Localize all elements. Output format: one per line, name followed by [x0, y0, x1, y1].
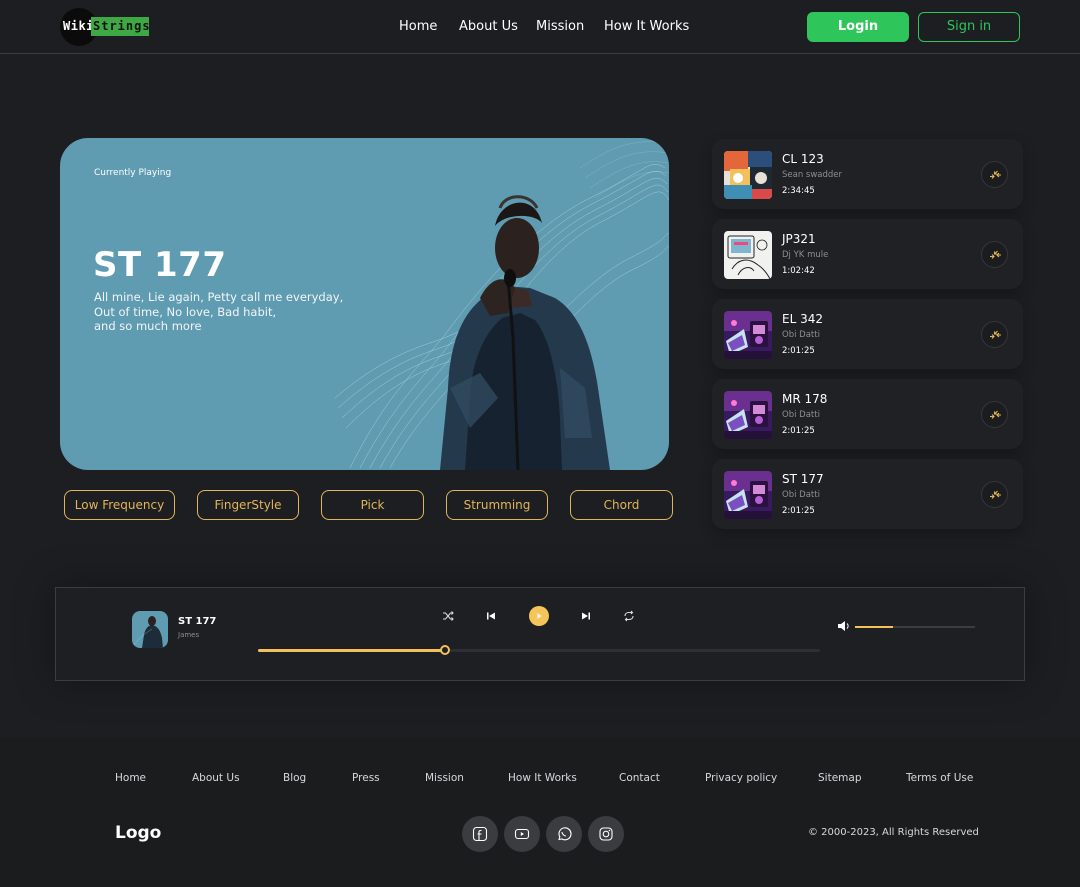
track-duration: 1:02:42	[782, 266, 815, 276]
instagram-button[interactable]	[588, 816, 624, 852]
footer-link-sitemap[interactable]: Sitemap	[818, 772, 862, 784]
track-thumbnail	[724, 391, 772, 439]
music-player-bar: ST 177 James	[55, 587, 1025, 681]
repeat-icon[interactable]	[622, 609, 636, 623]
facebook-button[interactable]	[462, 816, 498, 852]
shuffle-icon[interactable]	[441, 609, 455, 623]
track-title: EL 342	[782, 312, 823, 326]
footer-link-about-us[interactable]: About Us	[192, 772, 240, 784]
collapse-arrows-icon	[990, 250, 1001, 259]
play-button[interactable]	[529, 606, 549, 626]
track-duration: 2:34:45	[782, 186, 815, 196]
collapse-arrows-icon	[990, 490, 1001, 499]
now-playing-thumbnail	[132, 611, 168, 648]
footer-link-how-it-works[interactable]: How It Works	[508, 772, 577, 784]
nav-home[interactable]: Home	[399, 19, 437, 34]
track-action-button[interactable]	[981, 241, 1008, 268]
footer-link-contact[interactable]: Contact	[619, 772, 660, 784]
track-title: JP321	[782, 232, 816, 246]
track-thumbnail	[724, 151, 772, 199]
whatsapp-button[interactable]	[546, 816, 582, 852]
footer-link-terms-of-use[interactable]: Terms of Use	[906, 772, 973, 784]
track-action-button[interactable]	[981, 481, 1008, 508]
track-action-button[interactable]	[981, 321, 1008, 348]
progress-handle[interactable]	[440, 645, 451, 655]
play-icon	[537, 613, 542, 619]
progress-fill	[258, 649, 446, 652]
track-duration: 2:01:25	[782, 346, 815, 356]
genre-pick-button[interactable]: Pick	[321, 490, 424, 520]
copyright-text: © 2000-2023, All Rights Reserved	[808, 827, 979, 838]
footer-link-privacy-policy[interactable]: Privacy policy	[705, 772, 777, 784]
login-button[interactable]: Login	[807, 12, 909, 42]
track-artist: Sean swadder	[782, 170, 843, 180]
sign-in-button[interactable]: Sign in	[918, 12, 1020, 42]
hero-desc-line: All mine, Lie again, Petty call me every…	[94, 290, 344, 304]
youtube-button[interactable]	[504, 816, 540, 852]
footer-link-blog[interactable]: Blog	[283, 772, 306, 784]
genre-strumming-button[interactable]: Strumming	[446, 490, 548, 520]
volume-slider[interactable]	[855, 626, 975, 628]
progress-bar[interactable]	[258, 645, 820, 655]
facebook-icon	[472, 826, 488, 842]
nav-about-us[interactable]: About Us	[459, 19, 518, 34]
hero-desc-line: Out of time, No love, Bad habit,	[94, 304, 277, 319]
site-header: Wiki Strings Home About Us Mission How I…	[0, 0, 1080, 54]
track-title: ST 177	[782, 472, 824, 486]
now-playing-artist: James	[178, 631, 200, 639]
track-duration: 2:01:25	[782, 426, 815, 436]
now-playing-title: ST 177	[178, 616, 217, 627]
track-artist: Obi Datti	[782, 490, 820, 500]
track-thumbnail	[724, 231, 772, 279]
track-title: CL 123	[782, 152, 824, 166]
nav-how-it-works[interactable]: How It Works	[604, 19, 689, 34]
genre-fingerstyle-button[interactable]: FingerStyle	[197, 490, 299, 520]
track-title: MR 178	[782, 392, 828, 406]
collapse-arrows-icon	[990, 170, 1001, 179]
previous-icon[interactable]	[484, 609, 498, 623]
instagram-icon	[599, 827, 613, 841]
volume-icon[interactable]	[837, 620, 851, 632]
currently-playing-label: Currently Playing	[94, 168, 172, 178]
genre-chord-button[interactable]: Chord	[570, 490, 673, 520]
playlist-item[interactable]: CL 123 Sean swadder 2:34:45	[712, 139, 1023, 209]
youtube-icon	[514, 828, 530, 840]
hero-track-title: ST 177	[93, 245, 227, 285]
track-artist: Obi Datti	[782, 330, 820, 340]
track-artist: Dj YK mule	[782, 250, 829, 260]
playlist-item[interactable]: MR 178 Obi Datti 2:01:25	[712, 379, 1023, 449]
site-footer: Home About Us Blog Press Mission How It …	[0, 737, 1080, 887]
whatsapp-icon	[558, 827, 572, 841]
playlist-item[interactable]: EL 342 Obi Datti 2:01:25	[712, 299, 1023, 369]
singer-artwork	[334, 141, 669, 470]
playlist-item[interactable]: ST 177 Obi Datti 2:01:25	[712, 459, 1023, 529]
track-action-button[interactable]	[981, 161, 1008, 188]
hero-desc-line: and so much more	[94, 319, 202, 333]
collapse-arrows-icon	[990, 330, 1001, 339]
track-thumbnail	[724, 471, 772, 519]
track-action-button[interactable]	[981, 401, 1008, 428]
next-icon[interactable]	[579, 609, 593, 623]
track-duration: 2:01:25	[782, 506, 815, 516]
currently-playing-card: Currently Playing ST 177 All mine, Lie a…	[60, 138, 669, 470]
nav-mission[interactable]: Mission	[536, 19, 584, 34]
footer-logo[interactable]: Logo	[115, 823, 161, 843]
genre-low-frequency-button[interactable]: Low Frequency	[64, 490, 175, 520]
footer-link-mission[interactable]: Mission	[425, 772, 464, 784]
volume-fill	[855, 626, 894, 628]
footer-link-press[interactable]: Press	[352, 772, 380, 784]
collapse-arrows-icon	[990, 410, 1001, 419]
track-artist: Obi Datti	[782, 410, 820, 420]
playlist-item[interactable]: JP321 Dj YK mule 1:02:42	[712, 219, 1023, 289]
hero-track-description: All mine, Lie again, Petty call me every…	[94, 290, 354, 334]
track-thumbnail	[724, 311, 772, 359]
footer-link-home[interactable]: Home	[115, 772, 146, 784]
